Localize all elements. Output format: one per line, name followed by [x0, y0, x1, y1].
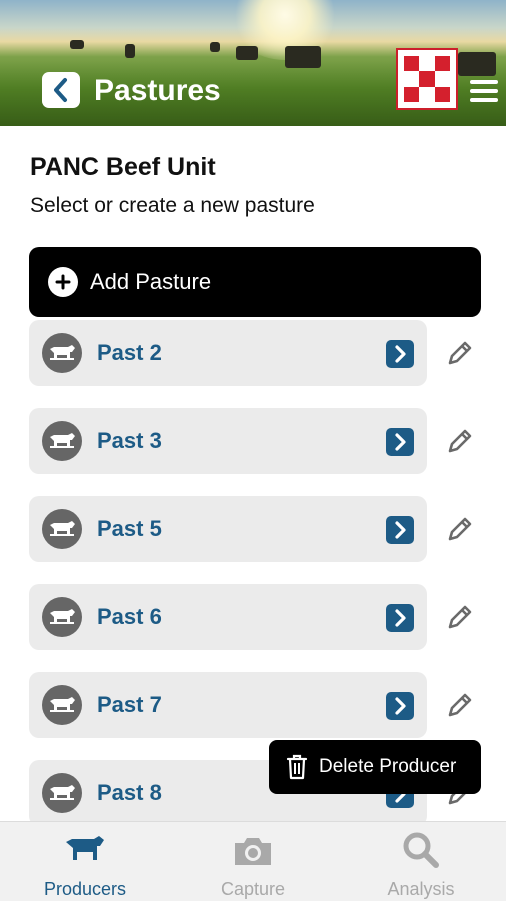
bottom-nav: Producers Capture Analysis	[0, 821, 506, 901]
nav-analysis-label: Analysis	[387, 879, 455, 899]
chevron-right-icon[interactable]	[386, 428, 414, 456]
pasture-card[interactable]: Past 3	[29, 408, 427, 474]
list-item: Past 5	[29, 496, 489, 562]
cow-icon	[66, 836, 104, 860]
list-item: Past 3	[29, 408, 489, 474]
camera-icon	[235, 838, 271, 865]
cow-icon	[42, 509, 82, 549]
cow-silhouette	[236, 46, 258, 60]
pasture-name: Past 3	[97, 428, 162, 453]
chevron-left-icon	[54, 78, 67, 102]
cow-icon	[42, 597, 82, 637]
cow-icon	[42, 421, 82, 461]
cow-silhouette	[125, 44, 135, 58]
header-banner: Pastures	[0, 0, 506, 126]
list-item: Past 6	[29, 584, 489, 650]
delete-producer-button[interactable]: Delete Producer	[269, 740, 481, 794]
pasture-name: Past 2	[97, 340, 162, 365]
pasture-card[interactable]: Past 5	[29, 496, 427, 562]
add-pasture-label: Add Pasture	[90, 269, 212, 294]
magnifier-icon	[403, 832, 439, 868]
chevron-right-icon[interactable]	[386, 516, 414, 544]
nav-producers[interactable]: Producers	[1, 822, 169, 901]
cow-icon	[42, 685, 82, 725]
pasture-name: Past 5	[97, 516, 162, 541]
back-button[interactable]	[42, 72, 80, 108]
pencil-icon[interactable]	[445, 514, 477, 546]
hamburger-menu-icon[interactable]	[470, 80, 498, 106]
nav-producers-label: Producers	[43, 879, 127, 899]
nav-capture-label: Capture	[220, 879, 286, 899]
list-item: Past 7	[29, 672, 489, 738]
cow-silhouette	[210, 42, 220, 52]
cow-silhouette	[285, 46, 321, 68]
chevron-right-icon[interactable]	[386, 692, 414, 720]
cow-silhouette	[458, 52, 496, 76]
pencil-icon[interactable]	[445, 690, 477, 722]
pencil-icon[interactable]	[445, 338, 477, 370]
cow-icon	[42, 333, 82, 373]
pencil-icon[interactable]	[445, 426, 477, 458]
page-title: Pastures	[94, 74, 221, 107]
pasture-name: Past 7	[97, 692, 162, 717]
delete-producer-label: Delete Producer	[319, 756, 457, 777]
chevron-right-icon[interactable]	[386, 604, 414, 632]
cow-silhouette	[70, 40, 84, 49]
nav-capture[interactable]: Capture	[169, 822, 337, 901]
checkerboard-logo	[396, 48, 458, 110]
pasture-card[interactable]: Past 7	[29, 672, 427, 738]
list-item: Past 2	[29, 320, 489, 386]
pencil-icon[interactable]	[445, 602, 477, 634]
plus-circle-icon	[48, 267, 78, 297]
producer-name: PANC Beef Unit	[30, 153, 216, 181]
pasture-name: Past 8	[97, 780, 162, 805]
chevron-right-icon[interactable]	[386, 340, 414, 368]
cow-icon	[42, 773, 82, 813]
pasture-name: Past 6	[97, 604, 162, 629]
pasture-card[interactable]: Past 2	[29, 320, 427, 386]
page-subtitle: Select or create a new pasture	[30, 194, 315, 217]
trash-icon	[286, 754, 308, 780]
add-pasture-button[interactable]: Add Pasture	[29, 247, 481, 317]
pasture-card[interactable]: Past 6	[29, 584, 427, 650]
nav-analysis[interactable]: Analysis	[337, 822, 505, 901]
